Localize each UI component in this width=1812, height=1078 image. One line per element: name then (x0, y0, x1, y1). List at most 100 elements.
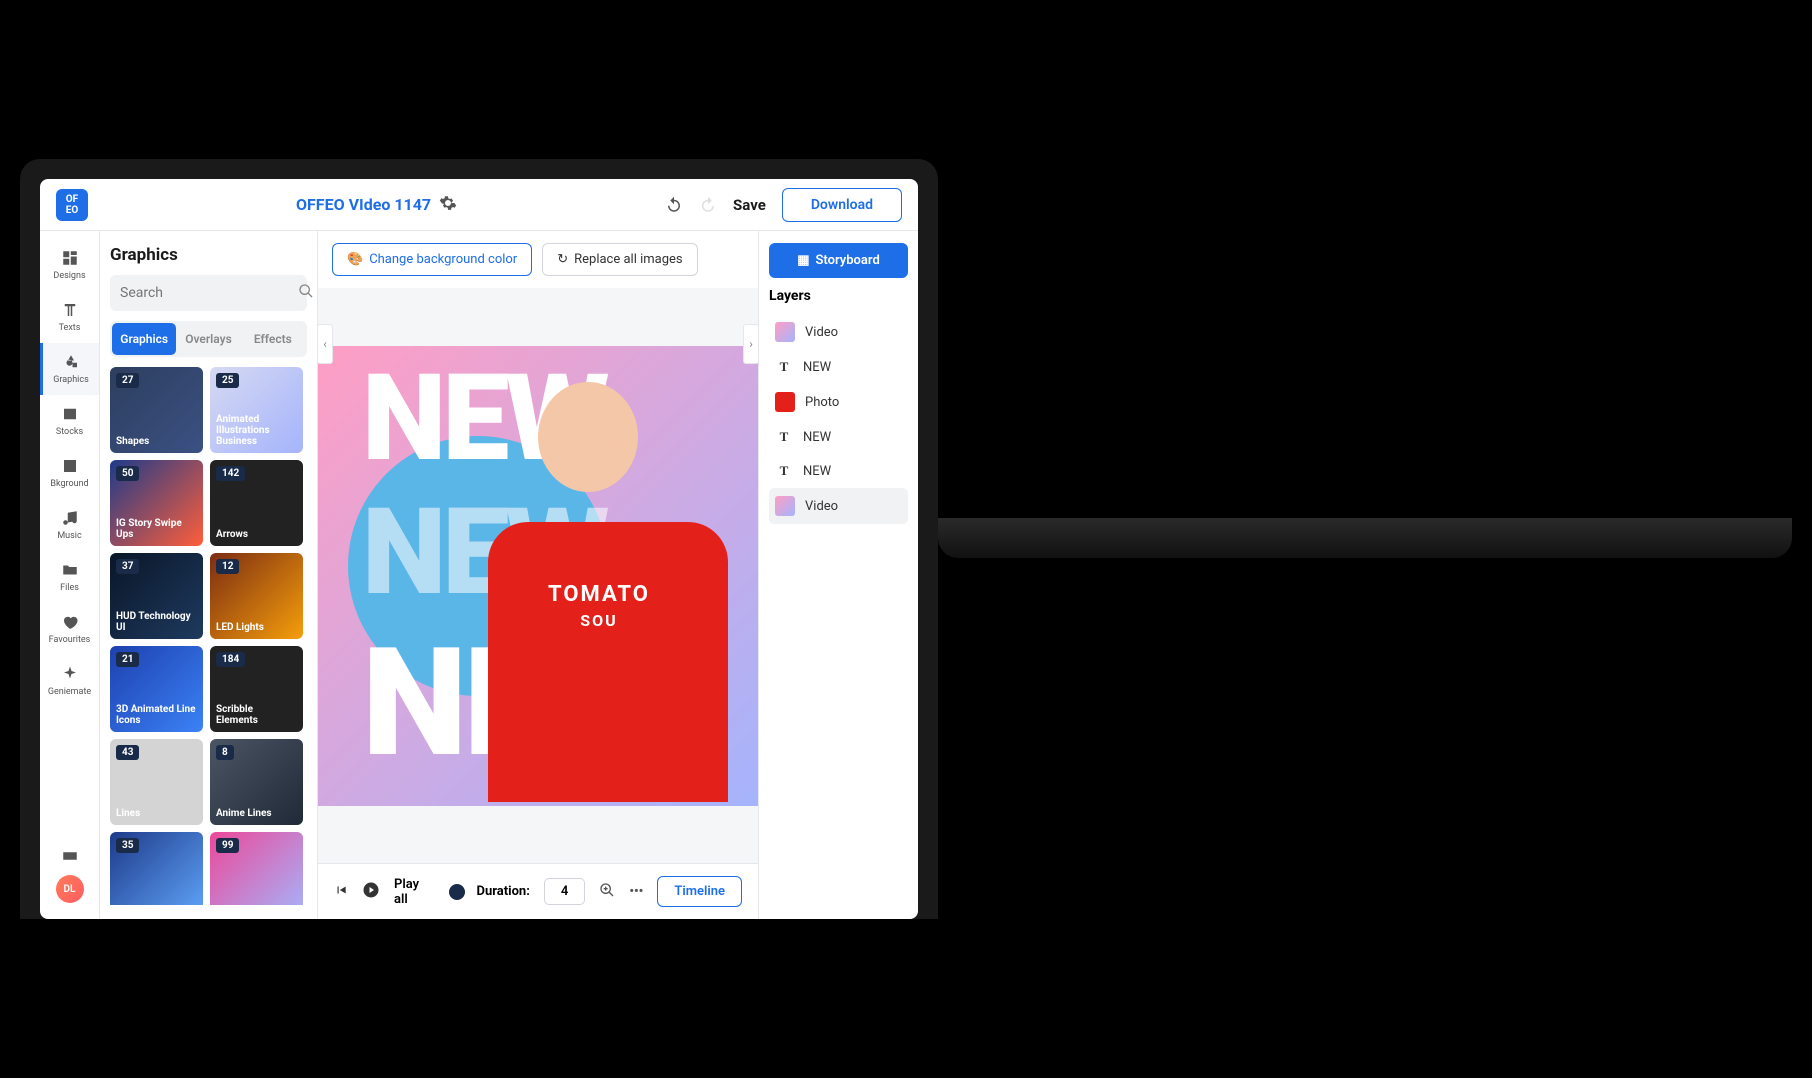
layer-item[interactable]: T NEW (769, 420, 908, 454)
undo-icon[interactable] (665, 196, 683, 214)
redo-icon[interactable] (699, 196, 717, 214)
zoom-icon[interactable] (599, 882, 615, 902)
user-avatar[interactable]: DL (56, 875, 84, 903)
card-label: HUD Technology UI (116, 611, 197, 633)
graphics-card[interactable]: 43Lines (110, 739, 203, 825)
search-icon (298, 283, 314, 303)
layer-label: Video (805, 325, 838, 340)
layer-item[interactable]: Photo (769, 384, 908, 420)
graphics-card[interactable]: 21 3D Animated Line Icons (110, 646, 203, 732)
category-tabs: Graphics Overlays Effects (110, 321, 307, 357)
nav-files[interactable]: Files (40, 551, 99, 603)
storyboard-button[interactable]: ▦ Storyboard (769, 243, 908, 278)
collapse-right-icon[interactable]: › (743, 324, 759, 364)
graphics-card[interactable]: 25 Animated Illustrations Business (210, 367, 303, 453)
more-icon[interactable]: ••• (629, 884, 643, 899)
layers-panel: ▦ Storyboard Layers VideoTNEWPhotoTNEWTN… (758, 231, 918, 919)
app-logo[interactable]: OFEO (56, 189, 88, 221)
change-bg-button[interactable]: 🎨 Change background color (332, 243, 532, 276)
nav-texts[interactable]: Texts (40, 291, 99, 343)
nav-designs[interactable]: Designs (40, 239, 99, 291)
card-label: Scribble Elements (216, 704, 297, 726)
layer-label: NEW (803, 430, 831, 445)
top-bar: OFEO OFFEO VIdeo 1147 Save Download (40, 179, 918, 231)
play-all-label: Play all (394, 877, 435, 907)
layer-item[interactable]: Video (769, 314, 908, 350)
graphics-panel: Graphics Graphics Overlays Effects 27 Sha… (100, 231, 318, 919)
canvas-toolbar: 🎨 Change background color ↻ Replace all … (318, 231, 758, 288)
prev-icon[interactable] (334, 883, 348, 901)
card-label: 3D Animated Line Icons (116, 704, 197, 726)
project-title[interactable]: OFFEO VIdeo 1147 (296, 195, 431, 214)
nav-favourites[interactable]: Favourites (40, 603, 99, 655)
duration-label: Duration: (477, 884, 530, 899)
nav-music[interactable]: Music (40, 499, 99, 551)
card-count-badge: 50 (116, 466, 139, 481)
graphics-grid: 27 Shapes 25 Animated Illustrations Busines… (110, 367, 307, 905)
card-count-badge: 21 (116, 652, 139, 667)
title-area: OFFEO VIdeo 1147 (296, 194, 457, 216)
card-label: Anime Lines (216, 808, 297, 819)
layer-label: NEW (803, 360, 831, 375)
graphics-card[interactable]: 37HUD Technology UI (110, 553, 203, 639)
layer-item[interactable]: T NEW (769, 454, 908, 488)
card-count-badge: 43 (116, 745, 139, 760)
card-label: Animated Illustrations Business (216, 414, 297, 447)
graphics-card[interactable]: 35 (110, 832, 203, 905)
tab-overlays[interactable]: Overlays (176, 323, 240, 355)
card-count-badge: 99 (216, 838, 239, 853)
collapse-left-icon[interactable]: ‹ (317, 324, 333, 364)
layer-label: NEW (803, 464, 831, 479)
tab-graphics[interactable]: Graphics (112, 323, 176, 355)
text-icon: T (775, 358, 793, 376)
nav-geniemate[interactable]: Geniemate (40, 655, 99, 707)
video-icon (775, 322, 795, 342)
card-count-badge: 12 (216, 559, 239, 574)
nav-graphics[interactable]: Graphics (40, 343, 99, 395)
gear-icon[interactable] (439, 194, 457, 216)
layer-label: Photo (805, 395, 839, 410)
keyboard-icon[interactable] (40, 837, 99, 875)
card-label: LED Lights (216, 622, 297, 633)
card-count-badge: 27 (116, 373, 139, 388)
tab-effects[interactable]: Effects (241, 323, 305, 355)
card-count-badge: 25 (216, 373, 239, 388)
text-icon: T (775, 462, 793, 480)
canvas-photo[interactable]: TOMATOSOU (478, 382, 758, 806)
refresh-icon: ↻ (557, 252, 568, 267)
storyboard-icon: ▦ (797, 253, 809, 268)
canvas[interactable]: NEW NEW NEW TOMATOSOU (318, 346, 758, 806)
graphics-card[interactable]: 99 (210, 832, 303, 905)
layer-item[interactable]: T NEW (769, 350, 908, 384)
graphics-card[interactable]: 12 LED Lights (210, 553, 303, 639)
search-field[interactable] (120, 285, 298, 301)
card-count-badge: 8 (216, 745, 234, 760)
text-icon: T (775, 428, 793, 446)
graphics-card[interactable]: 142 Arrows (210, 460, 303, 546)
layers-list: Video T NEW Photo T NEW T NEW Video (769, 314, 908, 524)
graphics-card[interactable]: 50IG Story Swipe Ups (110, 460, 203, 546)
palette-icon: 🎨 (347, 252, 363, 267)
nav-background[interactable]: Bkground (40, 447, 99, 499)
card-label: Shapes (116, 436, 197, 447)
graphics-card[interactable]: 184Scribble Elements (210, 646, 303, 732)
replace-images-button[interactable]: ↻ Replace all images (542, 243, 697, 276)
search-input[interactable] (110, 275, 307, 311)
card-label: Arrows (216, 529, 297, 540)
play-icon[interactable] (362, 881, 380, 903)
graphics-card[interactable]: 27 Shapes (110, 367, 203, 453)
timeline-button[interactable]: Timeline (657, 876, 742, 907)
layer-item[interactable]: Video (769, 488, 908, 524)
left-nav: Designs Texts Graphics Stocks Bkground M… (40, 231, 100, 919)
layers-title: Layers (769, 288, 908, 304)
panel-title: Graphics (110, 245, 307, 265)
nav-stocks[interactable]: Stocks (40, 395, 99, 447)
save-button[interactable]: Save (733, 196, 766, 214)
graphics-card[interactable]: 8 Anime Lines (210, 739, 303, 825)
duration-input[interactable]: 4 (544, 878, 585, 905)
play-bar: Play all Duration: 4 ••• Timeline (318, 863, 758, 919)
canvas-wrapper: ‹ › NEW NEW NEW TOMATOSOU (318, 288, 758, 863)
canvas-area: 🎨 Change background color ↻ Replace all … (318, 231, 758, 919)
download-button[interactable]: Download (782, 188, 902, 222)
card-count-badge: 142 (216, 466, 245, 481)
